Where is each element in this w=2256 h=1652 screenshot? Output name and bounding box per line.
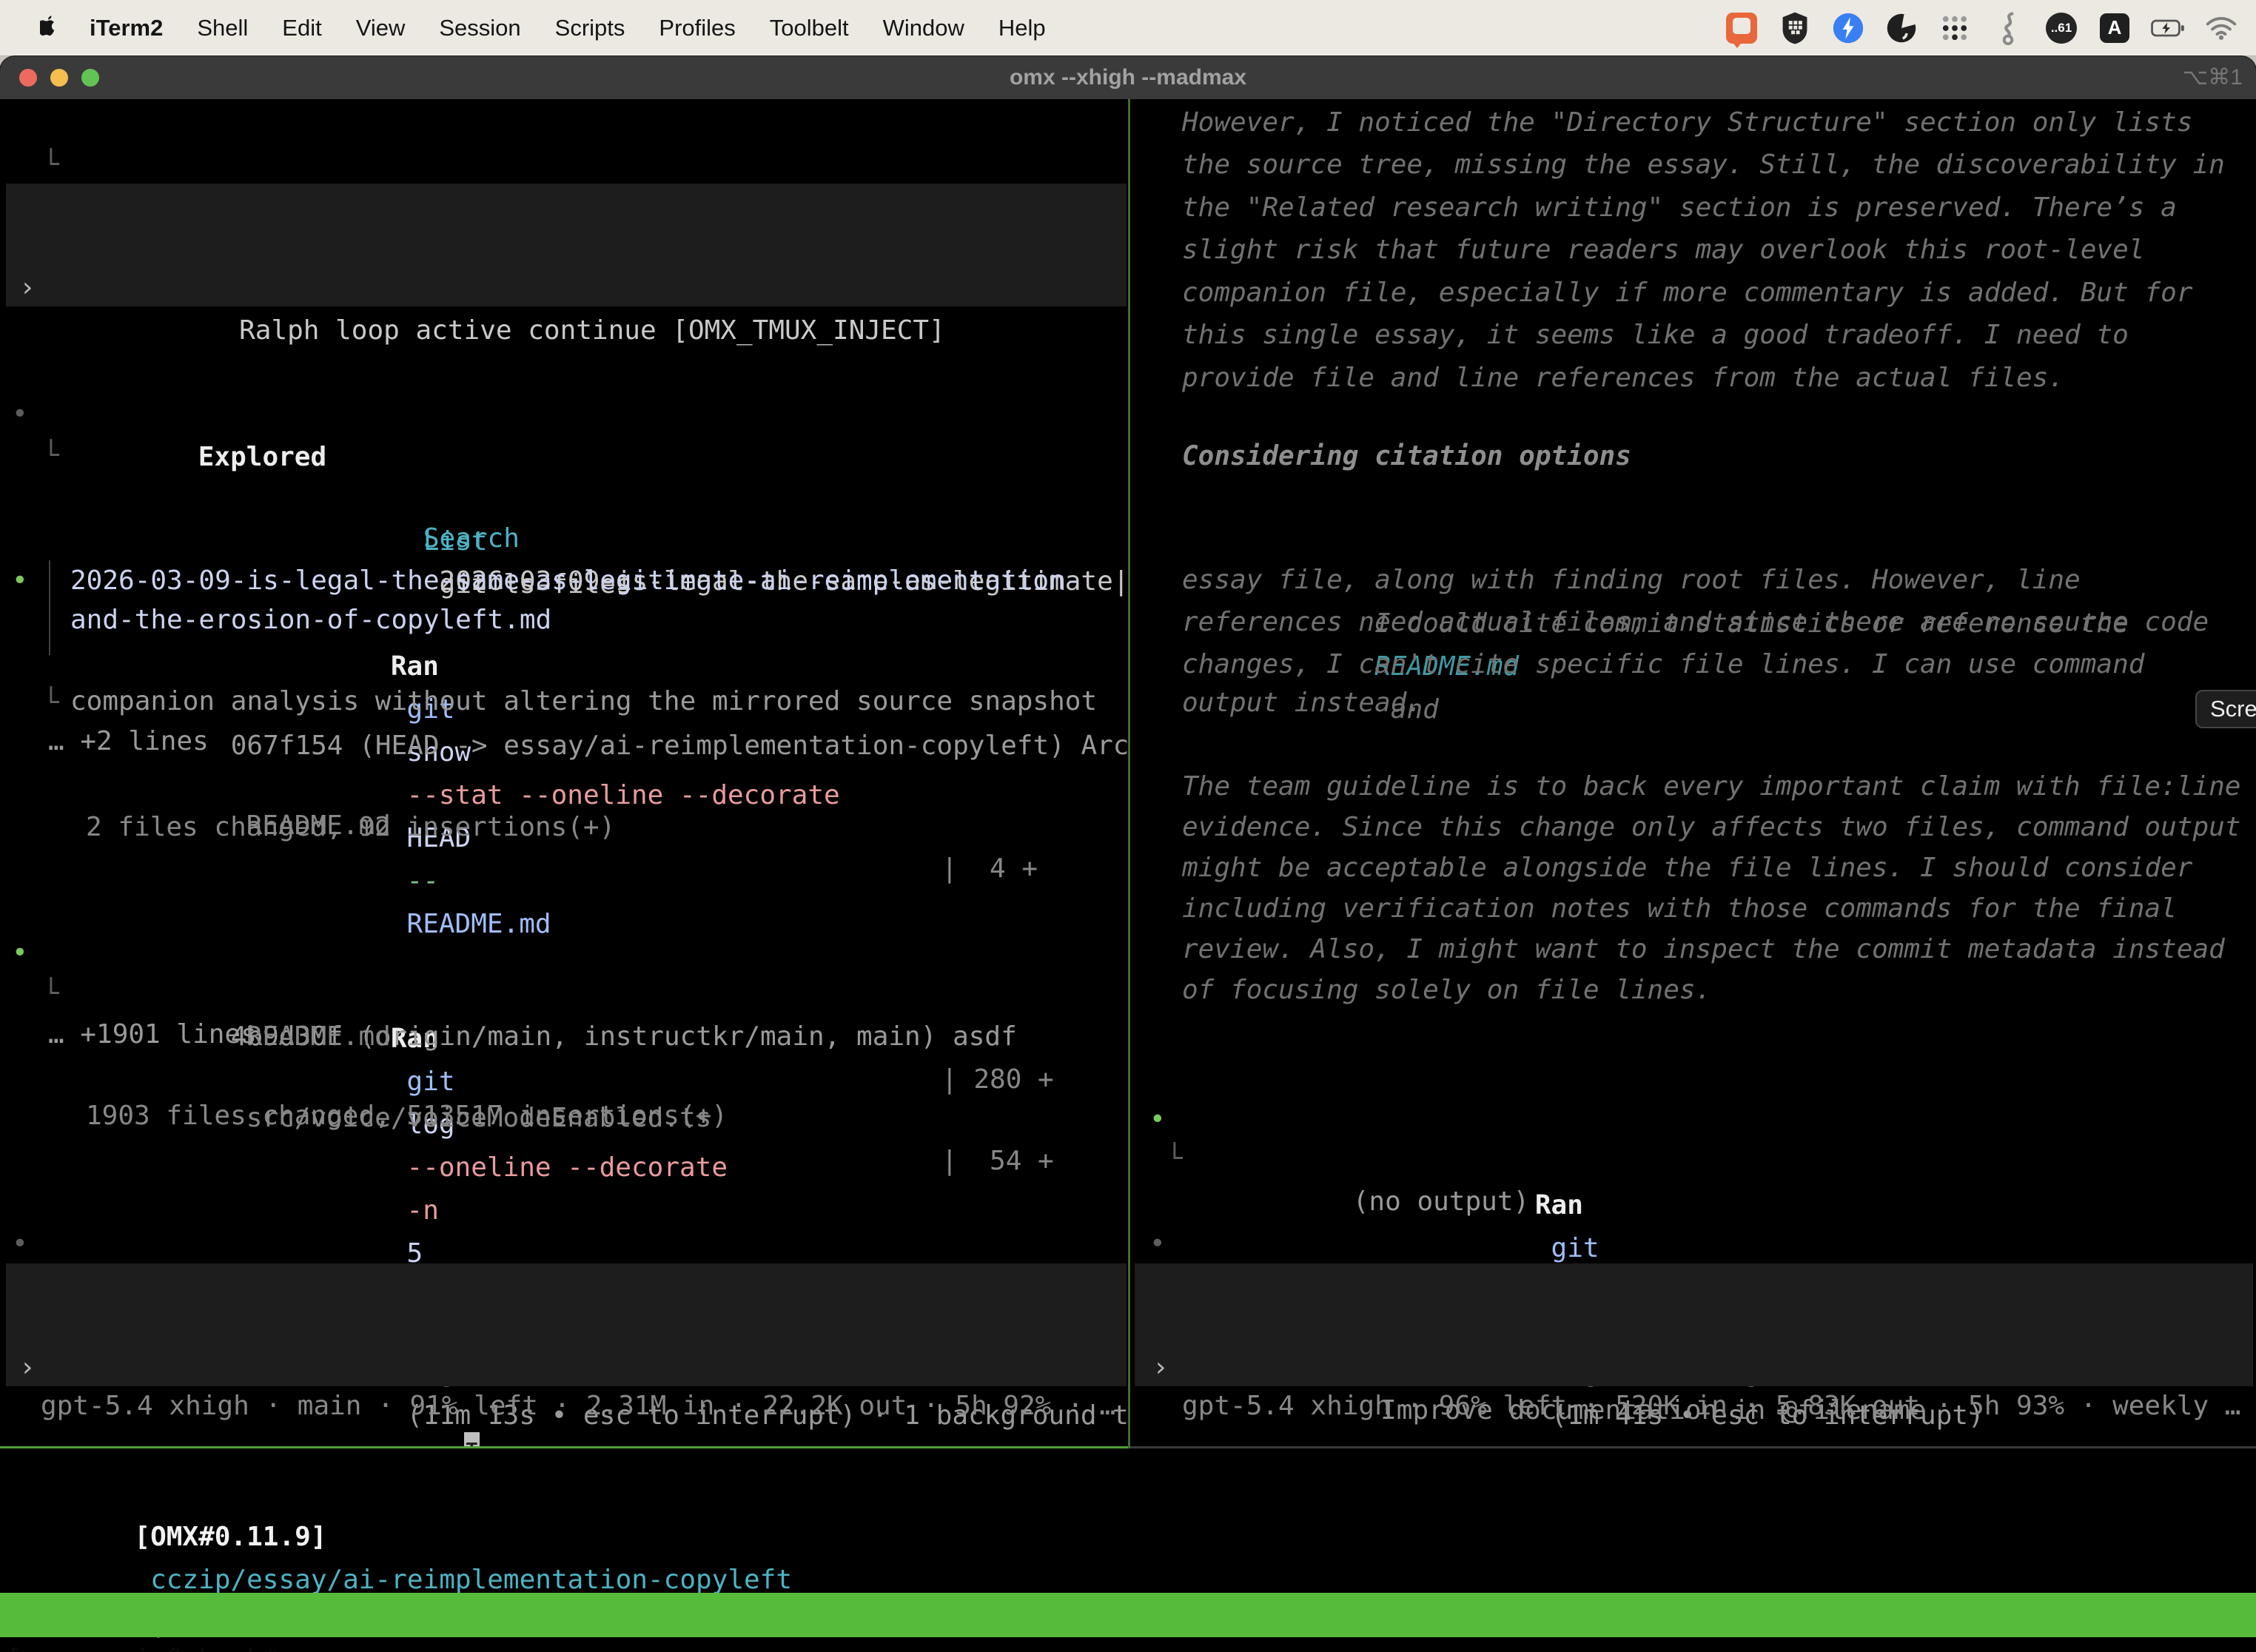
reasoning-line: essay file, along with finding root file… bbox=[1130, 559, 2256, 602]
model-status-line: gpt-5.4 xhigh · 96% left · 520K in · 5.8… bbox=[1130, 1385, 2256, 1428]
terminal-area: └ No agents completed yet › Ralph loop a… bbox=[0, 99, 2256, 1652]
reasoning-line: review. Also, I might want to inspect th… bbox=[1130, 928, 2256, 971]
git-log-output-line: └ 4b9d30f (origin/main, instructkr/main,… bbox=[0, 930, 1128, 973]
reasoning-line: might be acceptable alongside the file l… bbox=[1130, 847, 2256, 890]
password-shield-icon[interactable] bbox=[1778, 11, 1812, 45]
pane-divider[interactable] bbox=[1128, 99, 1130, 1448]
ran-git-log-command: • Ran git log --oneline --decorate -n 5 … bbox=[0, 889, 1128, 932]
reasoning-line: of focusing solely on file lines. bbox=[1130, 969, 2256, 1012]
screen-share-overlay-button[interactable]: Scre bbox=[2195, 690, 2256, 728]
text-cursor: I bbox=[464, 1432, 480, 1446]
git-log-stat-line: src/voice/voiceModeEnabled.ts | 54 + bbox=[0, 1054, 1128, 1097]
menubar-menus: iTerm2 Shell Edit View Session Scripts P… bbox=[0, 15, 1063, 41]
iterm2-window: omx --xhigh --madmax ⌥⌘1 └ No agents com… bbox=[0, 56, 2256, 1652]
window-titlebar[interactable]: omx --xhigh --madmax ⌥⌘1 bbox=[0, 56, 2256, 99]
waiting-status-line: • Wai ting for background terminal (1m 4… bbox=[1130, 1180, 2256, 1223]
reasoning-line: provide file and line references from th… bbox=[1130, 357, 2256, 400]
menu-window[interactable]: Window bbox=[866, 15, 981, 41]
reasoning-heading: Considering citation options bbox=[1130, 435, 2256, 478]
git-show-output-line: 2026-03-09-is-legal-the-same-as-legitima… bbox=[0, 560, 1128, 602]
pie-logo-icon[interactable] bbox=[1884, 11, 1918, 45]
ralph-loop-banner: › Ralph loop active continue [OMX_TMUX_I… bbox=[6, 184, 1127, 306]
working-status-line: • Wor king (11m 13s • esc to interrupt) … bbox=[0, 1180, 1128, 1223]
pane-bottom-border bbox=[1130, 1446, 2256, 1448]
prompt-chevron-icon: › bbox=[19, 1346, 36, 1389]
reasoning-line: However, I noticed the "Directory Struct… bbox=[1130, 101, 2256, 144]
reasoning-line: changes, I can't cite specific file line… bbox=[1130, 643, 2256, 686]
explored-search-line: Search 2026-03-09-is-legal-the-same-as-l… bbox=[0, 432, 1128, 474]
bullet-icon: • bbox=[1149, 1223, 1166, 1266]
omx-status-bar: [OMX#0.11.9] cczip/essay/ai-reimplementa… bbox=[6, 1473, 792, 1516]
battery-icon[interactable] bbox=[2151, 11, 2185, 45]
omx-branch-path: cczip/essay/ai-reimplementation-copyleft bbox=[134, 1565, 792, 1595]
tmux-status-bar: [omx-cczip0:bash* "MacBook-Pro-44.local"… bbox=[0, 1593, 2256, 1637]
apple-menu-icon[interactable] bbox=[40, 15, 62, 41]
git-show-summary-line: 2 files changed, 92 insertions(+) bbox=[0, 806, 1128, 849]
menubar-status-icons: ..61 A bbox=[1725, 11, 2256, 45]
git-show-output-line: └ 067f154 (HEAD -> essay/ai-reimplementa… bbox=[0, 639, 1128, 682]
tree-corner: └ bbox=[1166, 1138, 1183, 1181]
ran-git-show-command: • Ran git show --stat --oneline --decora… bbox=[0, 517, 1128, 560]
agent-prompt-input[interactable]: › Improve documentation in @filename bbox=[1135, 1263, 2253, 1386]
git-show-stat-line: README.md | 4 + bbox=[0, 762, 1128, 805]
window-shortcut-badge: ⌥⌘1 bbox=[2183, 56, 2243, 99]
chevron-icon: › bbox=[19, 266, 36, 309]
reasoning-line: evidence. Since this change only affects… bbox=[1130, 806, 2256, 849]
screen-recording-indicator-icon[interactable] bbox=[1725, 11, 1759, 45]
reasoning-line: I could cite commit statistics or refere… bbox=[1130, 517, 2256, 560]
git-status-output-line: └ (no output) bbox=[1130, 1095, 2256, 1138]
dots-grid-icon[interactable] bbox=[1938, 11, 1972, 45]
tree-corner: └ bbox=[43, 144, 59, 187]
spark-badge-icon[interactable] bbox=[1831, 11, 1865, 45]
tmux-pane-left[interactable]: └ No agents completed yet › Ralph loop a… bbox=[0, 99, 1128, 1446]
pane-bottom-border-active bbox=[0, 1446, 1128, 1448]
menu-profiles[interactable]: Profiles bbox=[642, 15, 752, 41]
agents-summary-line: └ No agents completed yet bbox=[0, 101, 1128, 144]
bullet-icon: • bbox=[12, 1223, 28, 1266]
model-status-line: gpt-5.4 xhigh · main · 91% left · 2.31M … bbox=[0, 1385, 1128, 1428]
prompt-chevron-icon: › bbox=[1152, 1346, 1169, 1389]
git-log-truncation-line: … +1901 lines bbox=[0, 1013, 1128, 1056]
wifi-icon[interactable] bbox=[2204, 11, 2238, 45]
window-title: omx --xhigh --madmax bbox=[0, 56, 2256, 99]
reasoning-line: companion file, especially if more comme… bbox=[1130, 272, 2256, 315]
menu-edit[interactable]: Edit bbox=[265, 15, 338, 41]
explored-header: • Explored bbox=[0, 350, 1128, 393]
input-source-icon[interactable]: A bbox=[2098, 11, 2132, 45]
tmux-pane-right[interactable]: However, I noticed the "Directory Struct… bbox=[1130, 99, 2256, 1446]
agent-prompt-input[interactable]: › I mprove documentation in @filename bbox=[6, 1263, 1127, 1386]
menu-session[interactable]: Session bbox=[422, 15, 537, 41]
reasoning-line: including verification notes with those … bbox=[1130, 887, 2256, 930]
battery-percent-badge-icon[interactable]: ..61 bbox=[2044, 11, 2078, 45]
menu-iterm2[interactable]: iTerm2 bbox=[73, 15, 180, 41]
tmux-session-window[interactable]: [omx-cczip0:bash* bbox=[6, 1637, 278, 1652]
desktop: iTerm2 Shell Edit View Session Scripts P… bbox=[0, 0, 2256, 1652]
git-show-output-line: companion analysis without altering the … bbox=[0, 680, 1128, 723]
git-show-output-line: and-the-erosion-of-copyleft.md bbox=[0, 599, 1128, 642]
reasoning-line: this single essay, it seems like a good … bbox=[1130, 314, 2256, 357]
menubar: iTerm2 Shell Edit View Session Scripts P… bbox=[0, 0, 2256, 56]
omx-version: [OMX#0.11.9] bbox=[134, 1522, 326, 1552]
menu-view[interactable]: View bbox=[339, 15, 423, 41]
ran-git-status-command: • Ran git status --short bbox=[1130, 1055, 2256, 1098]
reasoning-line: the "Related research writing" section i… bbox=[1130, 187, 2256, 229]
git-show-truncation-line: … +2 lines bbox=[0, 720, 1128, 763]
reasoning-line: the source tree, missing the essay. Stil… bbox=[1130, 144, 2256, 187]
squiggle-icon[interactable] bbox=[1991, 11, 2025, 45]
menu-help[interactable]: Help bbox=[981, 15, 1063, 41]
git-log-stat-line: README.md | 280 + bbox=[0, 973, 1128, 1015]
explored-list-line: └ List git ls-files bbox=[0, 392, 1128, 434]
menu-shell[interactable]: Shell bbox=[180, 15, 265, 41]
menu-toolbelt[interactable]: Toolbelt bbox=[753, 15, 866, 41]
reasoning-line: references need actual files, and since … bbox=[1130, 601, 2256, 644]
reasoning-line: output instead. bbox=[1130, 682, 2256, 725]
reasoning-line: The team guideline is to back every impo… bbox=[1130, 765, 2256, 808]
git-log-summary-line: 1903 files changed, 513517 insertions(+) bbox=[0, 1095, 1128, 1138]
reasoning-line: slight risk that future readers may over… bbox=[1130, 229, 2256, 272]
menu-scripts[interactable]: Scripts bbox=[538, 15, 642, 41]
